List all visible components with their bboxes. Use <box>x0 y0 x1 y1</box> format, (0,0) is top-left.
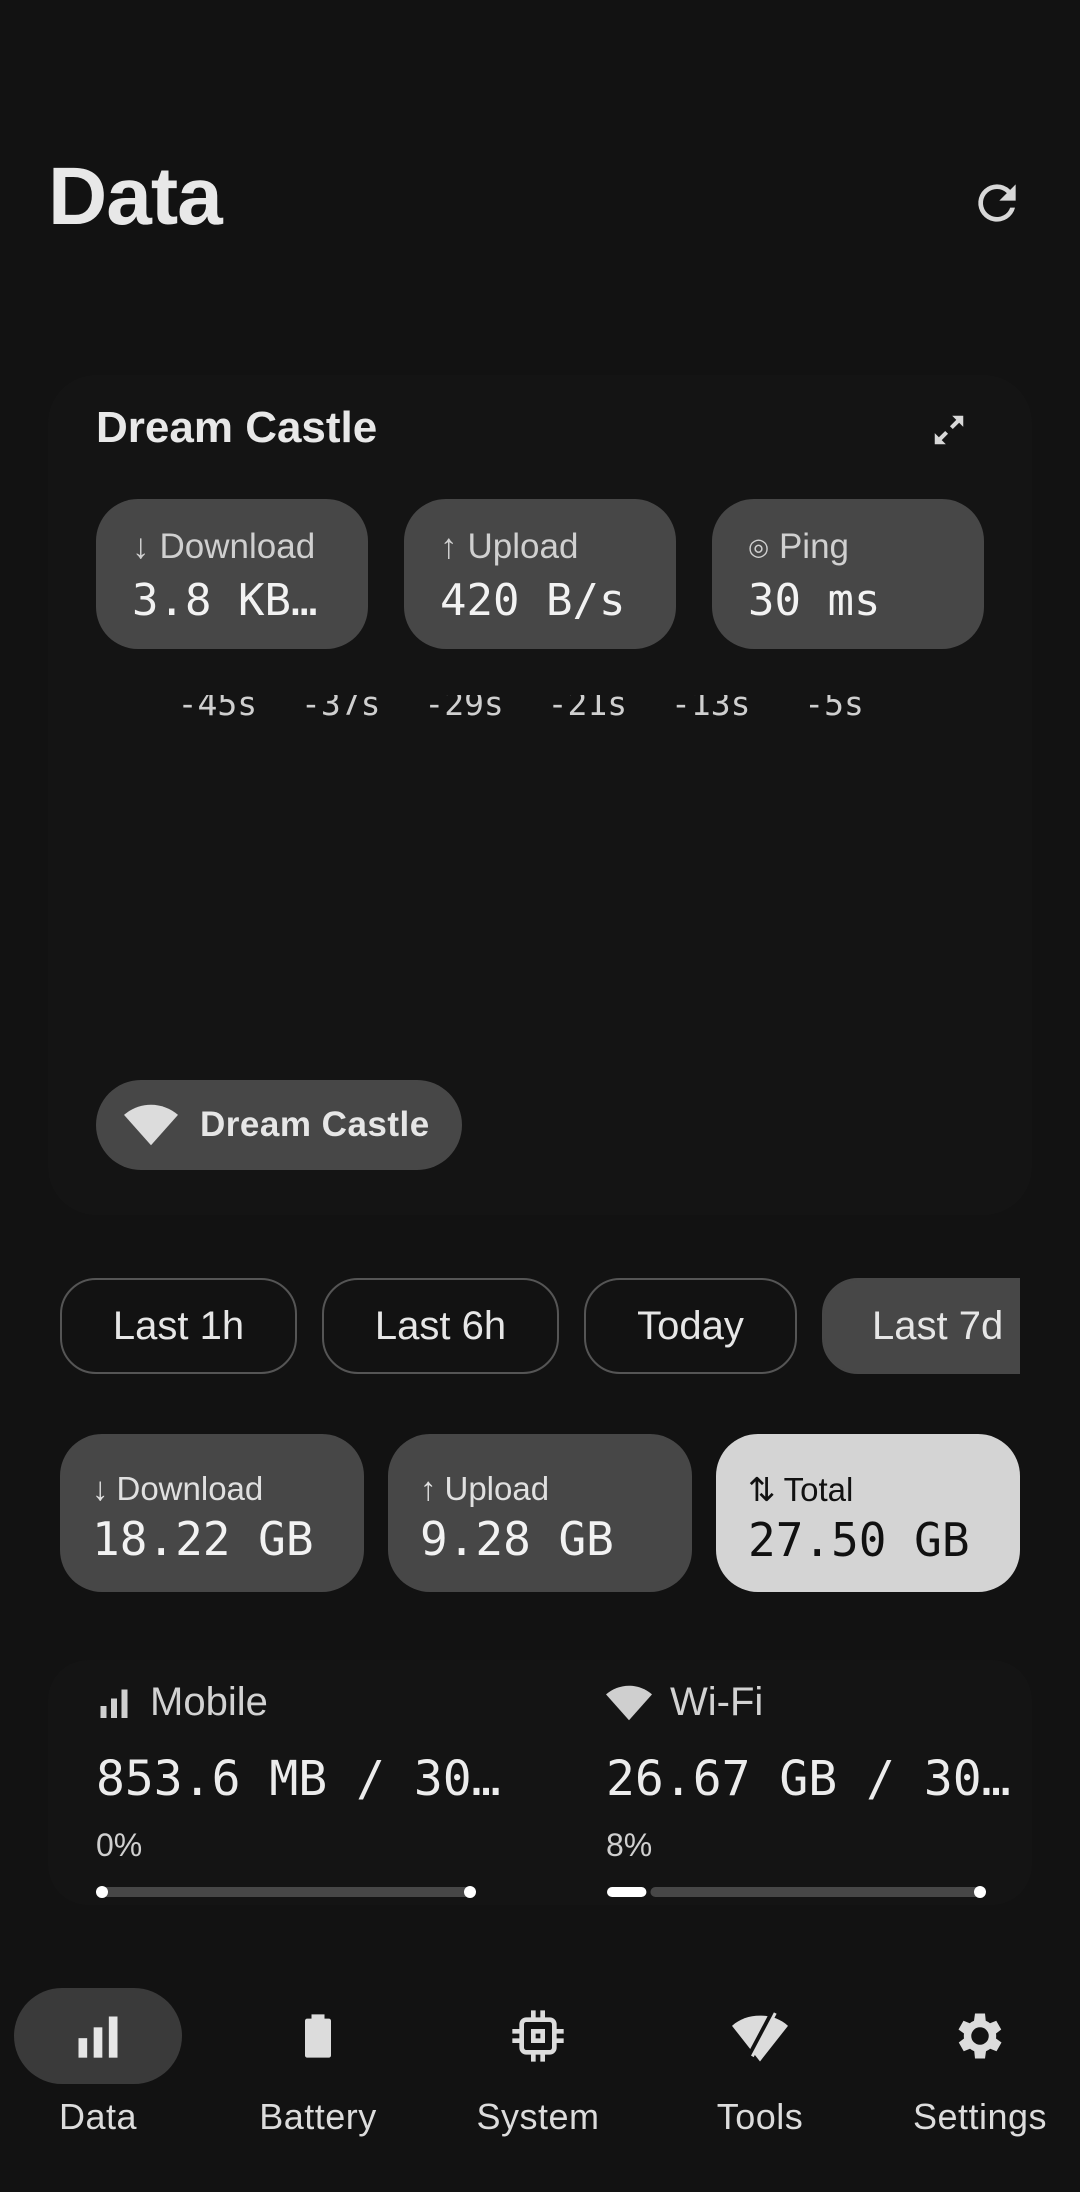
download-speed-chip: ↓ Download 3.8 KB… <box>96 499 368 649</box>
usage-bar-start-dot <box>96 1886 108 1898</box>
ping-label: Ping <box>778 527 850 566</box>
total-combined-value: 27.50 GB <box>748 1513 970 1567</box>
usage-card: Mobile 853.6 MB / 30… 0% Wi-Fi 26.67 GB … <box>48 1660 1032 1905</box>
speed-chart: 0 KB44 KB88 KB132 KB176 KB220 KB-45s-37s… <box>71 384 1038 1060</box>
total-download-arrow-icon: ↓ <box>92 1470 109 1507</box>
range-today[interactable]: Today <box>584 1278 797 1374</box>
download-speed-label: Download <box>159 527 316 566</box>
nav-battery-label: Battery <box>259 2096 377 2137</box>
battery-icon <box>305 2014 331 2058</box>
ssid-chip[interactable]: Dream Castle <box>96 1080 462 1170</box>
signal-bars-icon <box>100 1689 128 1718</box>
upload-arrow-icon: ↑ <box>440 527 458 566</box>
wifi-usage: Wi-Fi 26.67 GB / 30… 8% <box>606 1680 1026 1907</box>
range-last-6h[interactable]: Last 6h <box>322 1278 559 1374</box>
total-upload-arrow-icon: ↑ <box>420 1470 437 1507</box>
total-upload-value: 9.28 GB <box>420 1512 614 1566</box>
expand-icon <box>934 415 964 445</box>
bar-chart-icon <box>78 2016 118 2058</box>
expand-button[interactable] <box>924 405 974 455</box>
mobile-usage-bar <box>96 1886 476 1898</box>
nav-tools-label: Tools <box>716 2096 804 2137</box>
total-download-value: 18.22 GB <box>92 1512 314 1566</box>
total-download-card: ↓ Download 18.22 GB <box>60 1434 364 1592</box>
nav-tools[interactable]: Tools <box>660 1988 860 2138</box>
download-speed-value: 3.8 KB… <box>132 575 318 626</box>
nav-system[interactable]: System <box>438 1988 638 2138</box>
total-combined-arrow-icon: ⇅ <box>748 1471 776 1508</box>
total-upload-card: ↑ Upload 9.28 GB <box>388 1434 692 1592</box>
upload-speed-chip: ↑ Upload 420 B/s <box>404 499 676 649</box>
x-tick-label: -37s <box>301 695 380 723</box>
total-download-label: Download <box>116 1470 264 1507</box>
page-title: Data <box>48 151 223 242</box>
wifi-usage-percent: 8% <box>606 1827 653 1863</box>
ssid-label: Dream Castle <box>200 1105 430 1144</box>
mobile-usage-percent: 0% <box>96 1827 143 1863</box>
speed-chart-svg: 0 KB44 KB88 KB132 KB176 KB220 KB-45s-37s… <box>71 384 942 723</box>
usage-bar-end-dot <box>974 1886 986 1898</box>
ping-icon: ◎ <box>748 533 769 561</box>
refresh-icon <box>978 184 1016 222</box>
usage-bar-end-dot <box>464 1886 476 1898</box>
network-card: Dream Castle ↓ Download 3.8 KB… ↑ Upload 4… <box>48 375 1032 1215</box>
range-last-7d[interactable]: Last 7d <box>822 1278 1020 1374</box>
wifi-label: Wi-Fi <box>670 1680 764 1724</box>
chip-icon <box>512 2010 564 2062</box>
nav-data[interactable]: Data <box>0 1988 198 2138</box>
wifi-usage-value: 26.67 GB / 30… <box>606 1751 1011 1807</box>
x-tick-label: -29s <box>424 695 503 723</box>
wifi-usage-bar <box>607 1886 986 1898</box>
nav-system-label: System <box>476 2096 600 2137</box>
mobile-usage-value: 853.6 MB / 30… <box>96 1751 501 1807</box>
upload-speed-label: Upload <box>467 527 579 566</box>
wifi-icon <box>124 1104 178 1146</box>
gear-icon <box>958 2013 1002 2059</box>
total-combined-label: Total <box>783 1470 854 1508</box>
x-tick-label: -45s <box>178 695 257 723</box>
nav-data-label: Data <box>58 2096 138 2137</box>
nav-battery[interactable]: Battery <box>218 1988 418 2138</box>
refresh-button[interactable] <box>962 168 1032 238</box>
download-arrow-icon: ↓ <box>132 527 150 566</box>
bottom-navigation: Data Battery System Tools Settings <box>0 1970 1080 2192</box>
ping-chip: ◎ Ping 30 ms <box>712 499 984 649</box>
total-combined-card: ⇅ Total 27.50 GB <box>716 1434 1020 1592</box>
ping-value: 30 ms <box>748 575 881 626</box>
mobile-usage: Mobile 853.6 MB / 30… 0% <box>96 1680 516 1907</box>
total-upload-label: Upload <box>444 1470 550 1507</box>
nav-settings-label: Settings <box>912 2096 1048 2137</box>
x-tick-label: -21s <box>548 695 627 723</box>
x-tick-label: -13s <box>671 695 750 723</box>
nav-settings[interactable]: Settings <box>880 1988 1080 2138</box>
x-tick-label: -5s <box>804 695 864 723</box>
network-name: Dream Castle <box>96 403 378 452</box>
wifi-tools-icon <box>732 2011 788 2062</box>
upload-speed-value: 420 B/s <box>440 575 626 626</box>
range-last-1h[interactable]: Last 1h <box>60 1278 297 1374</box>
wifi-icon <box>606 1685 652 1720</box>
mobile-label: Mobile <box>150 1680 268 1724</box>
